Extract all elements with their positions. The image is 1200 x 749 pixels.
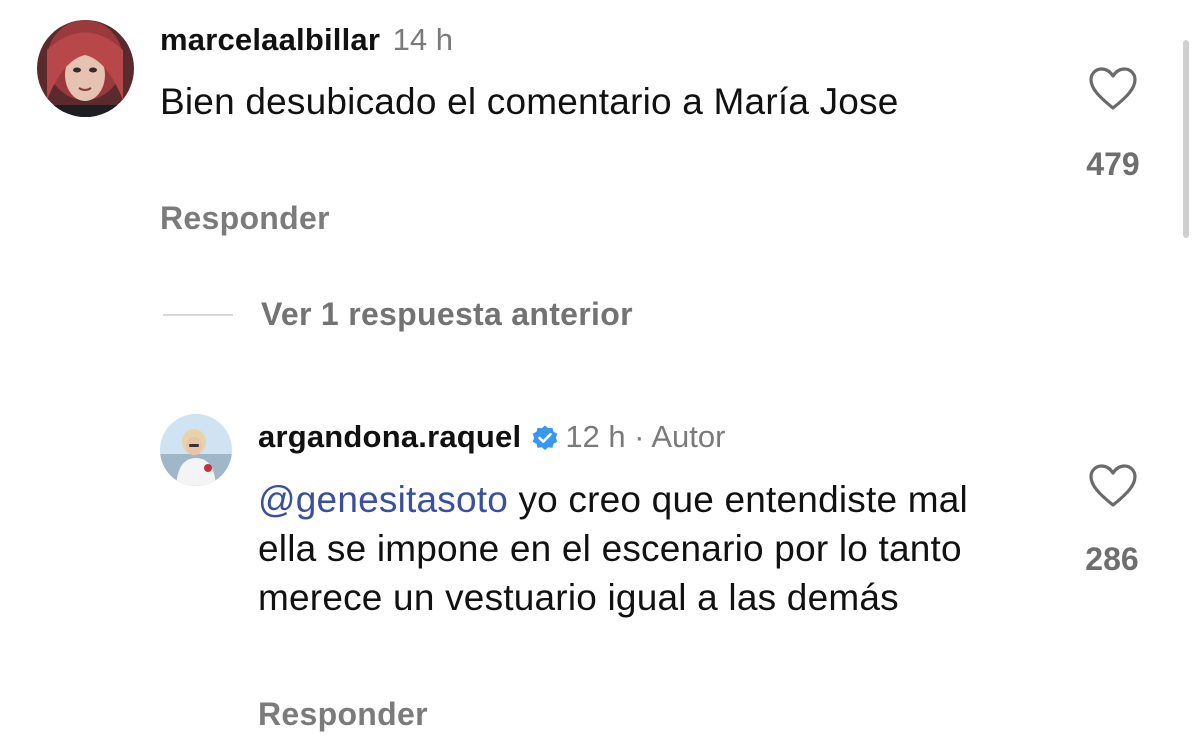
- heart-outline-icon: [1089, 67, 1137, 110]
- divider: [163, 314, 233, 316]
- reply-button[interactable]: Responder: [258, 696, 428, 733]
- mention-link[interactable]: @genesitasoto: [258, 479, 508, 520]
- view-replies-button[interactable]: Ver 1 respuesta anterior: [261, 296, 633, 333]
- avatar[interactable]: [37, 20, 134, 117]
- avatar[interactable]: [160, 414, 232, 486]
- profile-photo: [37, 20, 134, 117]
- author-tag: · Autor: [634, 419, 726, 454]
- like-count: 479: [1086, 146, 1140, 182]
- scrollbar[interactable]: [1183, 40, 1189, 238]
- comment-text: Bien desubicado el comentario a María Jo…: [160, 81, 899, 122]
- comment-username[interactable]: marcelaalbillar: [160, 22, 380, 57]
- comment-header: marcelaalbillar 14 h: [160, 22, 453, 58]
- comment-header: argandona.raquel 12 h · Autor: [258, 419, 725, 457]
- comment-username[interactable]: argandona.raquel: [258, 419, 521, 454]
- like-count: 286: [1085, 541, 1139, 577]
- profile-photo: [160, 414, 232, 486]
- like-button[interactable]: [1088, 66, 1138, 112]
- reply-button[interactable]: Responder: [160, 200, 330, 237]
- comment-text: @genesitasoto yo creo que entendiste mal…: [258, 475, 998, 622]
- comment-time: 14 h: [392, 22, 453, 57]
- like-button[interactable]: [1088, 463, 1138, 509]
- heart-outline-icon: [1089, 464, 1137, 507]
- verified-badge-icon: [531, 424, 559, 457]
- comment-time: 12 h: [565, 419, 626, 454]
